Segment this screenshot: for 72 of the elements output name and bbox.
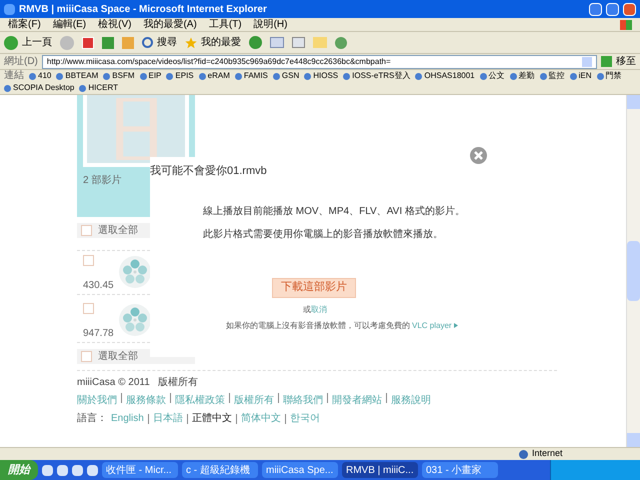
link-item[interactable]: eRAM bbox=[208, 70, 230, 82]
checkbox[interactable] bbox=[83, 303, 94, 314]
select-all-label[interactable]: 選取全部 bbox=[98, 349, 138, 364]
zone-text: Internet bbox=[532, 447, 564, 460]
link-item[interactable]: 監控 bbox=[548, 70, 565, 82]
links-label: 連結 bbox=[4, 70, 24, 82]
mail-icon[interactable] bbox=[270, 37, 284, 48]
menu-item[interactable]: 工具(T) bbox=[208, 17, 242, 32]
select-all-label[interactable]: 選取全部 bbox=[98, 223, 138, 238]
film-reel-icon bbox=[118, 303, 152, 337]
checkbox[interactable] bbox=[83, 255, 94, 266]
link-item[interactable]: BSFM bbox=[112, 70, 134, 82]
taskbar-button[interactable]: RMVB | miiiC... bbox=[342, 462, 418, 478]
link-item[interactable]: HICERT bbox=[88, 82, 118, 94]
scroll-thumb[interactable] bbox=[627, 241, 640, 301]
window-title: RMVB | miiiCasa Space - Microsoft Internet Explorer bbox=[19, 2, 268, 16]
link-item[interactable]: GSN bbox=[282, 70, 300, 82]
link-item[interactable]: 差勤 bbox=[518, 70, 535, 82]
link-item[interactable]: iEN bbox=[578, 70, 592, 82]
address-label: 網址(D) bbox=[4, 54, 38, 69]
print-icon[interactable] bbox=[292, 37, 305, 48]
film-reel-icon bbox=[118, 255, 152, 289]
rights-text: 版權所有 bbox=[158, 376, 198, 390]
star-icon bbox=[185, 36, 197, 48]
start-button[interactable]: 開始 bbox=[0, 460, 38, 480]
triangle-icon bbox=[454, 323, 458, 328]
close-icon[interactable] bbox=[470, 147, 487, 164]
copyright-text: miiiCasa © 2011 bbox=[77, 376, 150, 390]
checkbox[interactable] bbox=[81, 351, 92, 362]
address-field[interactable]: http://www.miiicasa.com/space/videos/list?fid=c240b935c969a69dc7e448c9cc2636bc&cmbpath= bbox=[42, 54, 597, 68]
menu-item[interactable]: 我的最愛(A) bbox=[143, 17, 197, 32]
film-strip-icon bbox=[114, 98, 158, 160]
taskbar-button[interactable]: 031 - 小畫家 bbox=[422, 462, 498, 478]
file-size: 947.78 bbox=[83, 327, 114, 341]
minimize-button[interactable] bbox=[589, 2, 602, 16]
maximize-button[interactable] bbox=[606, 2, 619, 16]
hint-text: 如果你的電腦上沒有影音播放軟體，可以考慮免費的 bbox=[226, 320, 410, 332]
taskbar-button[interactable]: miiiCasa Spe... bbox=[262, 462, 338, 478]
menu-item[interactable]: 說明(H) bbox=[254, 17, 288, 32]
menu-item[interactable]: 編輯(E) bbox=[52, 17, 86, 32]
link-item[interactable]: BBTEAM bbox=[65, 70, 98, 82]
link-item[interactable]: IOSS-eTRS登入 bbox=[352, 70, 410, 82]
link-item[interactable]: EPIS bbox=[175, 70, 194, 82]
link-item[interactable]: 門禁 bbox=[606, 70, 622, 82]
menu-item[interactable]: 檢視(V) bbox=[98, 17, 132, 32]
taskbar-button[interactable]: 收件匣 - Micr... bbox=[102, 462, 178, 478]
favorites-button[interactable]: 我的最愛 bbox=[185, 35, 241, 50]
file-size: 430.45 bbox=[83, 279, 114, 293]
video-count: 2 部影片 bbox=[83, 174, 122, 188]
taskbar-button[interactable]: c - 超級紀錄機 bbox=[182, 462, 258, 478]
link-item[interactable]: 公文 bbox=[488, 70, 505, 82]
dialog-message: 此影片格式需要使用你電腦上的影音播放軟體來播放。 bbox=[203, 228, 444, 242]
link-item[interactable]: HIOSS bbox=[313, 70, 338, 82]
go-button[interactable]: 移至 bbox=[601, 54, 636, 69]
search-icon bbox=[142, 37, 153, 48]
link-item[interactable]: FAMIS bbox=[244, 70, 268, 82]
language-link[interactable]: 正體中文 bbox=[192, 411, 232, 426]
search-button[interactable]: 搜尋 bbox=[142, 35, 177, 50]
link-item[interactable]: SCOPIA Desktop bbox=[13, 82, 74, 94]
checkbox[interactable] bbox=[81, 225, 92, 236]
link-item[interactable]: 410 bbox=[38, 70, 52, 82]
stop-icon[interactable] bbox=[82, 36, 94, 48]
close-button[interactable] bbox=[623, 2, 636, 16]
scrollbar[interactable] bbox=[626, 95, 640, 447]
menu-item[interactable]: 檔案(F) bbox=[8, 17, 41, 32]
language-label: 語言： bbox=[77, 412, 107, 426]
link-item[interactable]: EIP bbox=[148, 70, 162, 82]
link-item[interactable]: OHSAS18001 bbox=[424, 70, 475, 82]
windows-logo-icon bbox=[620, 20, 632, 30]
dialog-message: 線上播放目前能播放 MOV、MP4、FLV、AVI 格式的影片。 bbox=[203, 204, 466, 218]
back-button[interactable]: 上一頁 bbox=[4, 35, 52, 50]
or-text: 或 bbox=[303, 304, 311, 316]
